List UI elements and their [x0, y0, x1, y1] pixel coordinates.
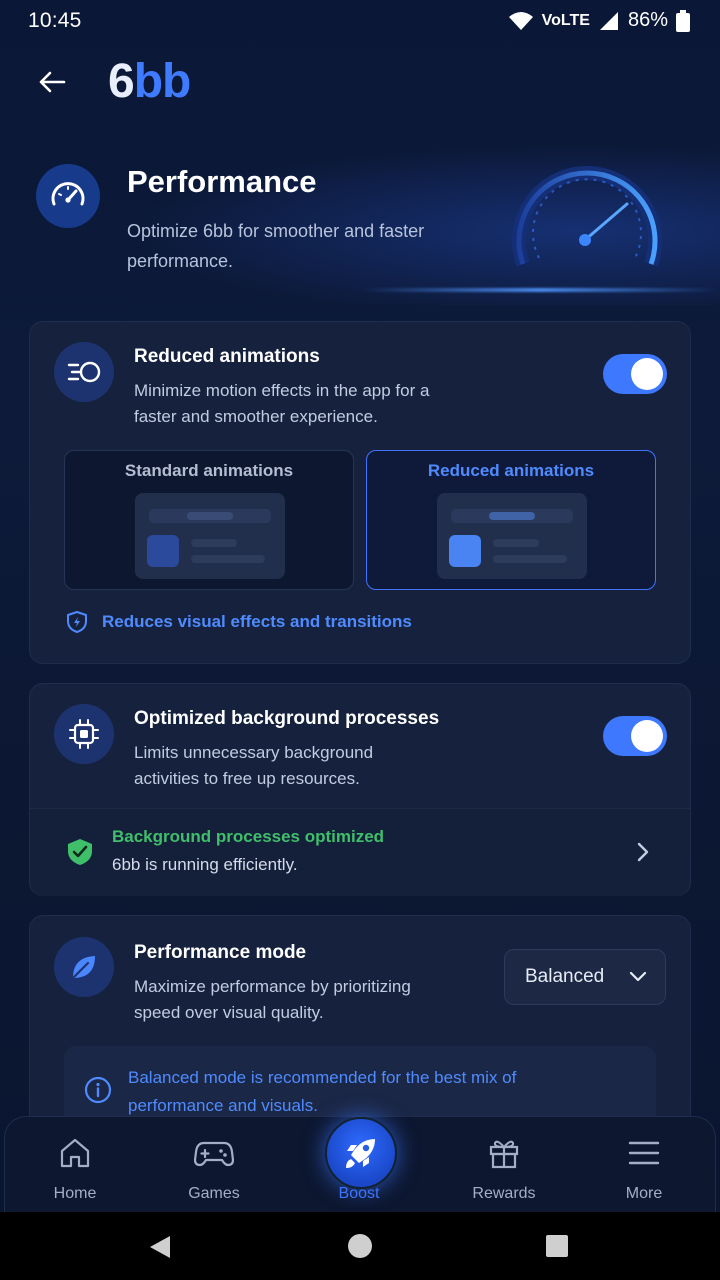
page-title: Performance	[127, 164, 317, 199]
shield-bolt-icon	[67, 611, 87, 633]
background-processes-toggle[interactable]	[603, 716, 667, 756]
nav-rewards[interactable]: Rewards	[434, 1117, 574, 1213]
reduced-animations-option[interactable]: Reduced animations	[366, 450, 656, 590]
reduces-effects-text: Reduces visual effects and transitions	[102, 612, 412, 631]
network-label: VoLTE	[541, 11, 590, 29]
system-back-icon[interactable]	[148, 1234, 172, 1260]
preview-mockup	[135, 493, 285, 579]
nav-games[interactable]: Games	[144, 1117, 284, 1213]
cpu-icon	[54, 704, 114, 764]
performance-mode-dropdown[interactable]: Balanced	[504, 949, 666, 1005]
speedometer-icon	[36, 164, 100, 228]
nav-games-label: Games	[188, 1185, 240, 1202]
system-recents-icon[interactable]	[545, 1234, 569, 1258]
rocket-icon	[346, 1139, 375, 1168]
status-icons: VoLTE 86%	[508, 9, 690, 32]
preview-mockup	[437, 493, 587, 579]
info-icon	[84, 1076, 112, 1104]
screen: 10:45 VoLTE 86% 6bb Performance Optimize…	[0, 0, 720, 1280]
reduced-animations-desc: Minimize motion effects in the app for a…	[134, 381, 430, 426]
standard-animations-label: Standard animations	[124, 461, 294, 480]
arrow-left-icon	[39, 71, 66, 93]
reduced-animations-card: Reduced animations Minimize motion effec…	[29, 321, 691, 664]
toggle-knob	[631, 358, 663, 390]
status-subtitle: 6bb is running efficiently.	[112, 855, 298, 874]
dropdown-value: Balanced	[525, 966, 605, 987]
shield-check-icon	[68, 839, 92, 865]
hero-glow-line	[360, 288, 720, 292]
toggle-knob	[631, 720, 663, 752]
background-processes-desc: Limits unnecessary background activities…	[134, 743, 374, 788]
boost-button[interactable]	[325, 1117, 397, 1189]
system-home-icon[interactable]	[347, 1233, 373, 1259]
chevron-right-icon	[637, 842, 649, 862]
nav-more[interactable]: More	[574, 1117, 714, 1213]
nav-home-label: Home	[53, 1185, 97, 1202]
leaf-icon	[54, 937, 114, 997]
background-processes-title: Optimized background processes	[134, 708, 440, 729]
reduced-animations-toggle[interactable]	[603, 354, 667, 394]
back-button[interactable]	[30, 60, 74, 104]
menu-icon	[628, 1141, 660, 1165]
chevron-down-icon	[629, 971, 647, 982]
performance-mode-desc: Maximize performance by prioritizing spe…	[134, 977, 411, 1022]
signal-icon	[599, 11, 618, 30]
system-navigation-bar	[0, 1212, 720, 1280]
reduced-animations-label: Reduced animations	[427, 461, 595, 480]
performance-hero: Performance Optimize 6bb for smoother an…	[0, 120, 720, 305]
background-status-row[interactable]: Background processes optimized 6bb is ru…	[30, 808, 690, 896]
info-text: Balanced mode is recommended for the bes…	[128, 1068, 517, 1115]
nav-home[interactable]: Home	[5, 1117, 145, 1213]
standard-animations-option[interactable]: Standard animations	[64, 450, 354, 590]
battery-percent: 86%	[627, 9, 668, 31]
home-icon	[60, 1138, 90, 1168]
wifi-icon	[508, 11, 533, 30]
status-title: Background processes optimized	[112, 827, 385, 846]
gamepad-icon	[194, 1141, 234, 1167]
app-logo: 6bb	[108, 55, 191, 108]
background-processes-card: Optimized background processes Limits un…	[29, 683, 691, 896]
motion-icon	[54, 342, 114, 402]
nav-more-label: More	[625, 1185, 663, 1202]
gift-icon	[489, 1140, 519, 1169]
status-time: 10:45	[28, 9, 82, 32]
page-subtitle: Optimize 6bb for smoother and faster per…	[127, 221, 425, 271]
status-bar: 10:45 VoLTE 86%	[0, 0, 720, 44]
performance-mode-title: Performance mode	[134, 942, 307, 963]
speed-gauge-illustration	[512, 166, 662, 267]
app-header: 6bb	[0, 44, 720, 120]
battery-icon	[676, 9, 690, 32]
reduces-effects-note: Reduces visual effects and transitions	[66, 610, 412, 634]
nav-rewards-label: Rewards	[472, 1185, 536, 1202]
reduced-animations-title: Reduced animations	[134, 346, 320, 367]
bottom-navigation: Home Games Boost Rewards More	[4, 1116, 716, 1212]
